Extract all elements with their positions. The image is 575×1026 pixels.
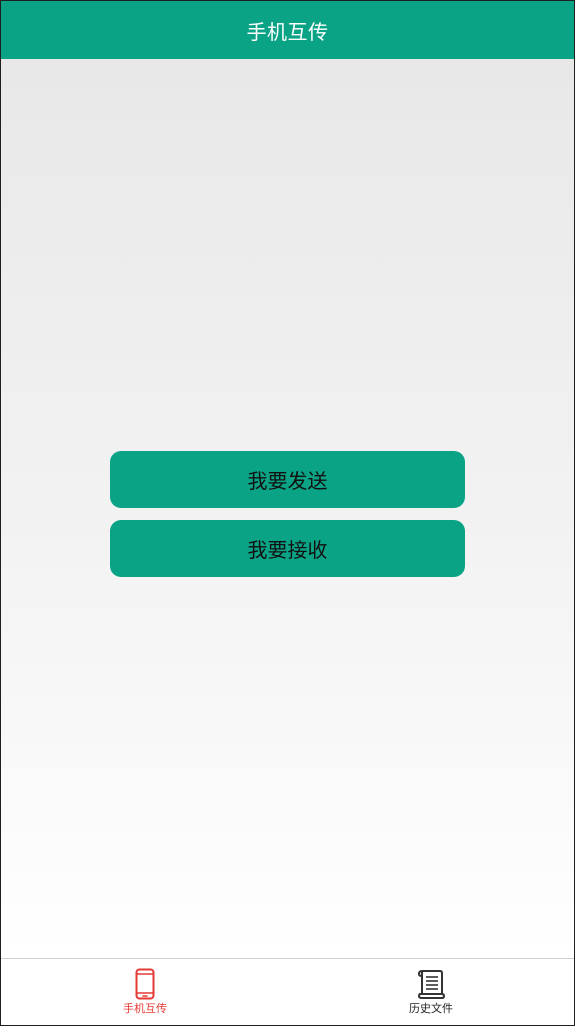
app-window: 手机互传 我要发送 我要接收 手机互传 历史文件 (0, 0, 575, 1026)
app-bar: 手机互传 (1, 1, 574, 59)
nav-item-label: 手机互传 (123, 1002, 167, 1015)
nav-item-phone-transfer[interactable]: 手机互传 (85, 959, 205, 1025)
main-content: 我要发送 我要接收 (1, 59, 574, 958)
send-button[interactable]: 我要发送 (110, 451, 465, 508)
nav-item-history-files[interactable]: 历史文件 (371, 959, 491, 1025)
receive-button[interactable]: 我要接收 (110, 520, 465, 577)
nav-item-label: 历史文件 (409, 1002, 453, 1015)
receive-button-label: 我要接收 (247, 538, 328, 562)
bottom-nav: 手机互传 历史文件 (1, 958, 574, 1025)
send-button-label: 我要发送 (247, 469, 328, 493)
phone-icon (128, 967, 162, 1001)
scroll-document-icon (414, 967, 448, 1001)
app-title: 手机互传 (246, 19, 329, 44)
